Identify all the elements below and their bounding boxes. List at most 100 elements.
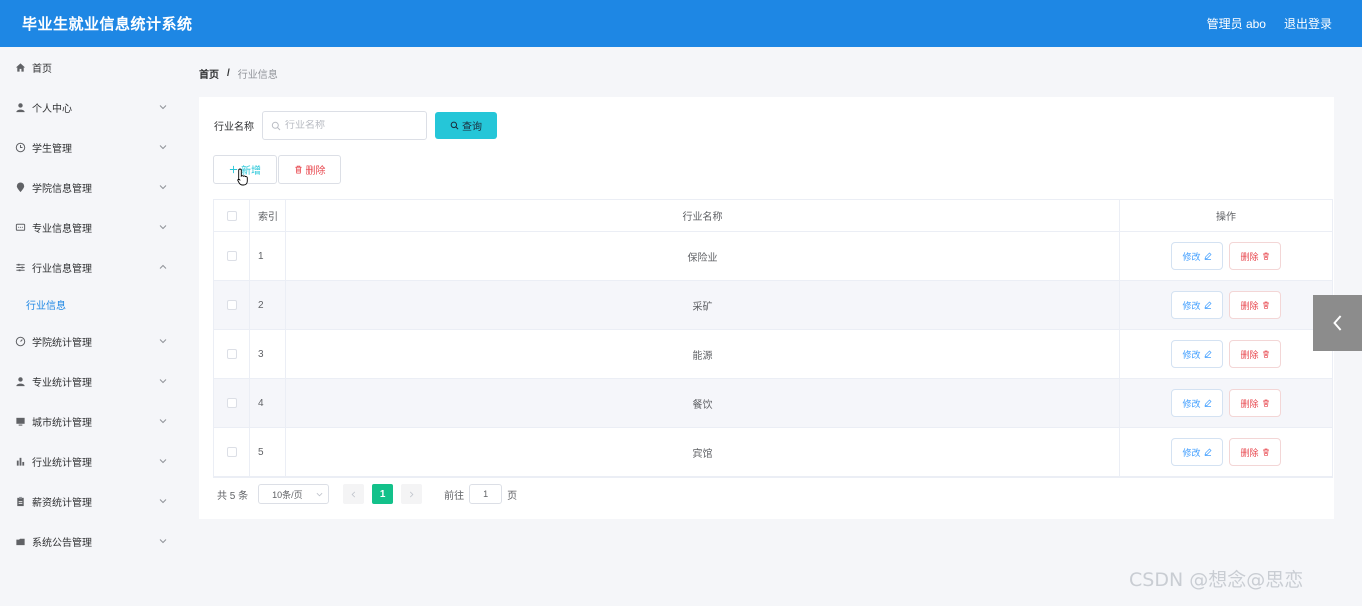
row-name: 宾馆 xyxy=(286,428,1120,476)
edit-icon xyxy=(1204,350,1211,358)
sidebar-item-label: 行业统计管理 xyxy=(32,457,92,469)
chevron-down-icon xyxy=(159,379,167,384)
batch-delete-label: 删除 xyxy=(305,166,326,177)
row-checkbox-cell xyxy=(214,379,250,427)
user-name[interactable]: 管理员 abo xyxy=(1207,15,1266,32)
sidebar-item-salary-stats[interactable]: 薪资统计管理 xyxy=(0,481,183,521)
row-checkbox[interactable] xyxy=(226,251,237,261)
sidebar-item-college-info[interactable]: 学院信息管理 xyxy=(0,167,183,207)
edit-label: 修改 xyxy=(1182,398,1201,409)
user-icon xyxy=(14,375,26,387)
row-checkbox[interactable] xyxy=(226,447,237,457)
sidebar-item-home[interactable]: 首页 xyxy=(0,47,183,87)
row-actions: 修改 删除 xyxy=(1120,232,1332,280)
row-checkbox[interactable] xyxy=(226,349,237,359)
row-index: 1 xyxy=(250,232,286,280)
query-button[interactable]: 查询 xyxy=(435,112,497,139)
edit-label: 修改 xyxy=(1182,300,1201,311)
batch-delete-button[interactable]: 删除 xyxy=(278,155,341,184)
location-icon xyxy=(14,181,26,193)
search-field[interactable] xyxy=(262,111,427,140)
trash-icon xyxy=(1262,350,1269,358)
delete-label: 删除 xyxy=(1240,398,1259,409)
sidebar-item-label: 个人中心 xyxy=(32,103,72,115)
page-size-select[interactable]: 10条/页 xyxy=(258,484,330,504)
edit-label: 修改 xyxy=(1182,349,1201,360)
table-row: 2 采矿 修改 删除 xyxy=(214,281,1332,330)
table-row: 3 能源 修改 删除 xyxy=(214,330,1332,379)
sidebar-item-industry-stats[interactable]: 行业统计管理 xyxy=(0,441,183,481)
search-icon xyxy=(271,121,281,130)
prev-page-button[interactable] xyxy=(343,484,365,504)
sidebar-item-notice[interactable]: 系统公告管理 xyxy=(0,521,183,561)
delete-label: 删除 xyxy=(1240,349,1259,360)
chevron-down-icon xyxy=(159,185,167,190)
sidebar-item-major-stats[interactable]: 专业统计管理 xyxy=(0,361,183,401)
edit-icon xyxy=(1204,301,1211,309)
delete-button[interactable]: 删除 xyxy=(1229,340,1281,368)
folder-icon xyxy=(14,535,26,547)
row-checkbox[interactable] xyxy=(226,398,237,408)
table-row: 4 餐饮 修改 删除 xyxy=(214,379,1332,428)
row-checkbox[interactable] xyxy=(226,300,237,310)
row-name: 采矿 xyxy=(286,281,1120,329)
monitor-icon xyxy=(14,415,26,427)
bar-chart-icon xyxy=(14,455,26,467)
sidebar-item-label: 学生管理 xyxy=(32,143,72,155)
sidebar-item-college-stats[interactable]: 学院统计管理 xyxy=(0,321,183,361)
sidebar-item-major-info[interactable]: 专业信息管理 xyxy=(0,207,183,247)
delete-button[interactable]: 删除 xyxy=(1229,438,1281,466)
clipboard-icon xyxy=(14,495,26,507)
sidebar-item-label: 行业信息管理 xyxy=(32,263,92,275)
toolbar: 新增 删除 xyxy=(213,155,341,184)
delete-button[interactable]: 删除 xyxy=(1229,242,1281,270)
sidebar-item-city-stats[interactable]: 城市统计管理 xyxy=(0,401,183,441)
trash-icon xyxy=(1262,399,1269,407)
user-icon xyxy=(14,101,26,113)
search-input[interactable] xyxy=(285,120,415,131)
row-actions: 修改 删除 xyxy=(1120,379,1332,427)
row-checkbox-cell xyxy=(214,330,250,378)
table-row: 5 宾馆 修改 删除 xyxy=(214,428,1332,477)
goto-prefix: 前往 xyxy=(444,490,465,502)
row-index: 2 xyxy=(250,281,286,329)
sidebar-item-students[interactable]: 学生管理 xyxy=(0,127,183,167)
select-all-checkbox[interactable] xyxy=(226,210,237,221)
header-index: 索引 xyxy=(250,200,286,231)
sidebar-item-label: 薪资统计管理 xyxy=(32,497,92,509)
content-card: 行业名称 查询 新增 删除 索引 xyxy=(199,97,1334,519)
row-index: 5 xyxy=(250,428,286,476)
breadcrumb: 首页 / 行业信息 xyxy=(199,66,278,81)
trash-icon xyxy=(1262,301,1269,309)
gauge-icon xyxy=(14,335,26,347)
trash-icon xyxy=(294,165,302,174)
edit-label: 修改 xyxy=(1182,447,1201,458)
edit-button[interactable]: 修改 xyxy=(1171,438,1223,466)
search-label: 行业名称 xyxy=(214,122,254,133)
trash-icon xyxy=(1262,448,1269,456)
edit-button[interactable]: 修改 xyxy=(1171,291,1223,319)
sidebar-subitem-industry[interactable]: 行业信息 xyxy=(0,287,183,321)
delete-button[interactable]: 删除 xyxy=(1229,291,1281,319)
message-icon xyxy=(14,221,26,233)
watermark: CSDN @想念@思恋 xyxy=(1129,569,1304,591)
delete-button[interactable]: 删除 xyxy=(1229,389,1281,417)
row-index: 3 xyxy=(250,330,286,378)
sidebar-item-industry-info[interactable]: 行业信息管理 xyxy=(0,247,183,287)
sidebar-item-profile[interactable]: 个人中心 xyxy=(0,87,183,127)
edit-button[interactable]: 修改 xyxy=(1171,340,1223,368)
collapse-panel-button[interactable] xyxy=(1313,295,1362,351)
page-number[interactable]: 1 xyxy=(372,484,394,504)
pagination: 共 5 条 10条/页 1 前往 页 xyxy=(217,484,517,504)
goto-page-input[interactable] xyxy=(469,484,503,504)
logout-link[interactable]: 退出登录 xyxy=(1284,15,1332,32)
next-page-button[interactable] xyxy=(401,484,423,504)
edit-button[interactable]: 修改 xyxy=(1171,242,1223,270)
edit-button[interactable]: 修改 xyxy=(1171,389,1223,417)
sidebar-item-label: 专业信息管理 xyxy=(32,223,92,235)
breadcrumb-home[interactable]: 首页 xyxy=(199,66,219,81)
delete-label: 删除 xyxy=(1240,300,1259,311)
header-name: 行业名称 xyxy=(286,200,1120,231)
delete-label: 删除 xyxy=(1240,447,1259,458)
page-jumper: 前往 页 xyxy=(444,484,517,504)
